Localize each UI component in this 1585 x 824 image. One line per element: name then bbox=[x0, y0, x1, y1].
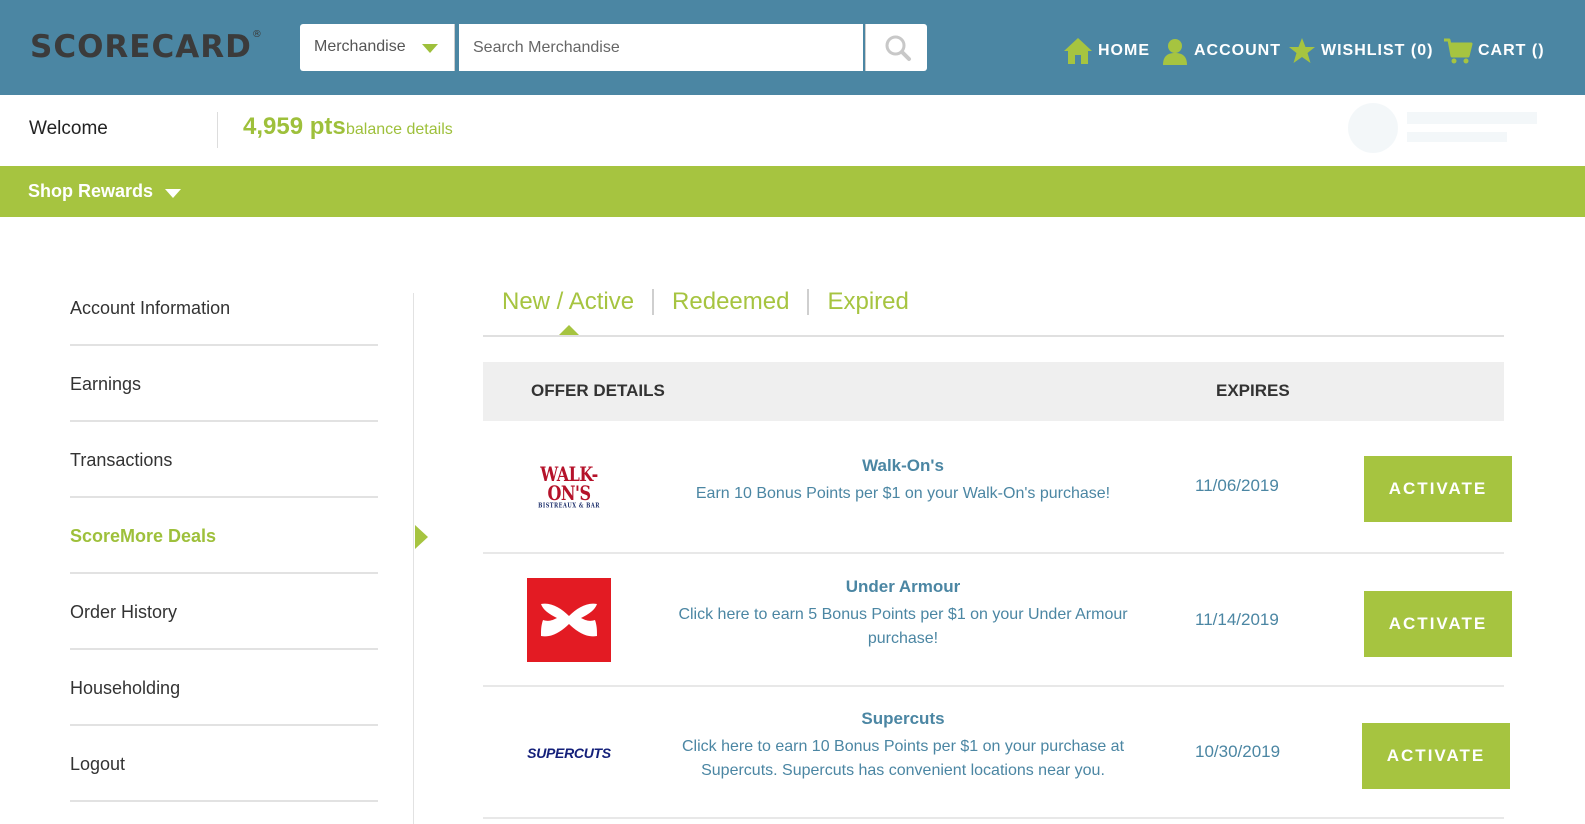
offer-title[interactable]: Supercuts bbox=[663, 709, 1143, 729]
logo-registered-mark: ® bbox=[251, 29, 263, 40]
offer-details[interactable]: Under Armour Click here to earn 5 Bonus … bbox=[663, 577, 1143, 651]
supercuts-logo-text: SUPERCUTS bbox=[527, 745, 611, 761]
nav-cart[interactable]: CART () bbox=[1443, 36, 1545, 66]
cart-icon bbox=[1444, 38, 1473, 64]
nav-home[interactable]: HOME bbox=[1063, 36, 1150, 66]
walkons-logo: WALK-ON'S BISTREAUX & BAR bbox=[527, 445, 611, 529]
points-balance: 4,959 pts bbox=[243, 113, 346, 140]
nav-wishlist[interactable]: WISHLIST (0) bbox=[1288, 36, 1433, 66]
shop-rewards-menu[interactable]: Shop Rewards bbox=[28, 181, 153, 202]
category-select-value: Merchandise bbox=[314, 38, 406, 55]
offer-expiry-date: 11/14/2019 bbox=[1195, 610, 1279, 629]
offer-details[interactable]: Walk-On's Earn 10 Bonus Points per $1 on… bbox=[663, 456, 1143, 506]
sidebar-item-scoremore-deals[interactable]: ScoreMore Deals bbox=[70, 498, 378, 574]
active-tab-indicator bbox=[559, 325, 579, 335]
offer-expiry-date: 10/30/2019 bbox=[1195, 742, 1281, 761]
sidebar-item-householding[interactable]: Householding bbox=[70, 650, 378, 726]
star-icon bbox=[1289, 38, 1315, 63]
column-header-expires: EXPIRES bbox=[1216, 381, 1290, 400]
sidebar-item-earnings[interactable]: Earnings bbox=[70, 346, 378, 422]
offer-title[interactable]: Under Armour bbox=[663, 577, 1143, 597]
sidebar-item-order-history[interactable]: Order History bbox=[70, 574, 378, 650]
tab-separator bbox=[807, 289, 810, 315]
offer-details[interactable]: Supercuts Click here to earn 10 Bonus Po… bbox=[663, 709, 1143, 783]
nav-account[interactable]: ACCOUNT bbox=[1161, 36, 1281, 66]
nav-wishlist-label: WISHLIST (0) bbox=[1321, 42, 1434, 59]
offer-description[interactable]: Earn 10 Bonus Points per $1 on your Walk… bbox=[663, 482, 1143, 506]
tab-separator bbox=[652, 289, 655, 315]
offer-row: WALK-ON'S BISTREAUX & BAR Walk-On's Earn… bbox=[483, 421, 1512, 554]
caret-down-icon bbox=[422, 44, 438, 53]
faint-badge-logo bbox=[1345, 100, 1545, 155]
nav-home-label: HOME bbox=[1098, 42, 1150, 59]
tabs-underline bbox=[483, 335, 1504, 337]
menu-bar bbox=[0, 166, 1585, 217]
offer-title[interactable]: Walk-On's bbox=[663, 456, 1143, 476]
caret-down-icon[interactable] bbox=[165, 189, 181, 198]
sidebar-item-account-information[interactable]: Account Information bbox=[70, 270, 378, 346]
column-header-offer-details: OFFER DETAILS bbox=[531, 381, 665, 400]
account-sidebar: Account Information Earnings Transaction… bbox=[70, 270, 378, 802]
offer-row: SUPERCUTS Supercuts Click here to earn 1… bbox=[483, 687, 1510, 819]
supercuts-logo: SUPERCUTS bbox=[527, 711, 611, 795]
deal-tabs: New / Active Redeemed Expired bbox=[502, 288, 909, 316]
site-header: SCORECARD® Merchandise HOME ACCOUNT WISH… bbox=[0, 0, 1585, 95]
tab-expired[interactable]: Expired bbox=[827, 288, 908, 316]
tab-new-active[interactable]: New / Active bbox=[502, 288, 634, 316]
search-button[interactable] bbox=[865, 24, 927, 71]
activate-button[interactable]: ACTIVATE bbox=[1364, 591, 1512, 657]
arrow-right-icon bbox=[415, 525, 428, 549]
sidebar-divider bbox=[413, 293, 414, 824]
walkons-logo-subtext: BISTREAUX & BAR bbox=[538, 502, 600, 510]
user-icon bbox=[1163, 39, 1187, 65]
activate-button[interactable]: ACTIVATE bbox=[1364, 456, 1512, 522]
offer-expiry-date: 11/06/2019 bbox=[1195, 476, 1279, 495]
tab-redeemed[interactable]: Redeemed bbox=[672, 288, 789, 316]
offer-description[interactable]: Click here to earn 5 Bonus Points per $1… bbox=[663, 603, 1143, 651]
under-armour-logo bbox=[527, 578, 611, 662]
scorecard-logo[interactable]: SCORECARD® bbox=[30, 29, 263, 65]
balance-details-link[interactable]: balance details bbox=[346, 121, 453, 139]
offers-table-header: OFFER DETAILS EXPIRES bbox=[483, 362, 1504, 421]
search-input[interactable] bbox=[459, 24, 863, 71]
logo-text: SCORECARD bbox=[30, 29, 252, 65]
welcome-divider bbox=[217, 112, 218, 148]
search-icon bbox=[885, 35, 911, 61]
nav-cart-label: CART () bbox=[1478, 42, 1545, 59]
walkons-logo-text: WALK-ON'S bbox=[540, 462, 598, 505]
offer-description[interactable]: Click here to earn 10 Bonus Points per $… bbox=[663, 735, 1143, 783]
activate-button[interactable]: ACTIVATE bbox=[1362, 723, 1510, 789]
home-icon bbox=[1064, 38, 1092, 64]
under-armour-logo-icon bbox=[541, 603, 597, 637]
category-select[interactable]: Merchandise bbox=[300, 24, 455, 71]
welcome-label: Welcome bbox=[29, 118, 108, 139]
sidebar-item-logout[interactable]: Logout bbox=[70, 726, 378, 802]
offer-row: Under Armour Click here to earn 5 Bonus … bbox=[483, 554, 1512, 687]
sidebar-item-transactions[interactable]: Transactions bbox=[70, 422, 378, 498]
nav-account-label: ACCOUNT bbox=[1194, 42, 1281, 59]
